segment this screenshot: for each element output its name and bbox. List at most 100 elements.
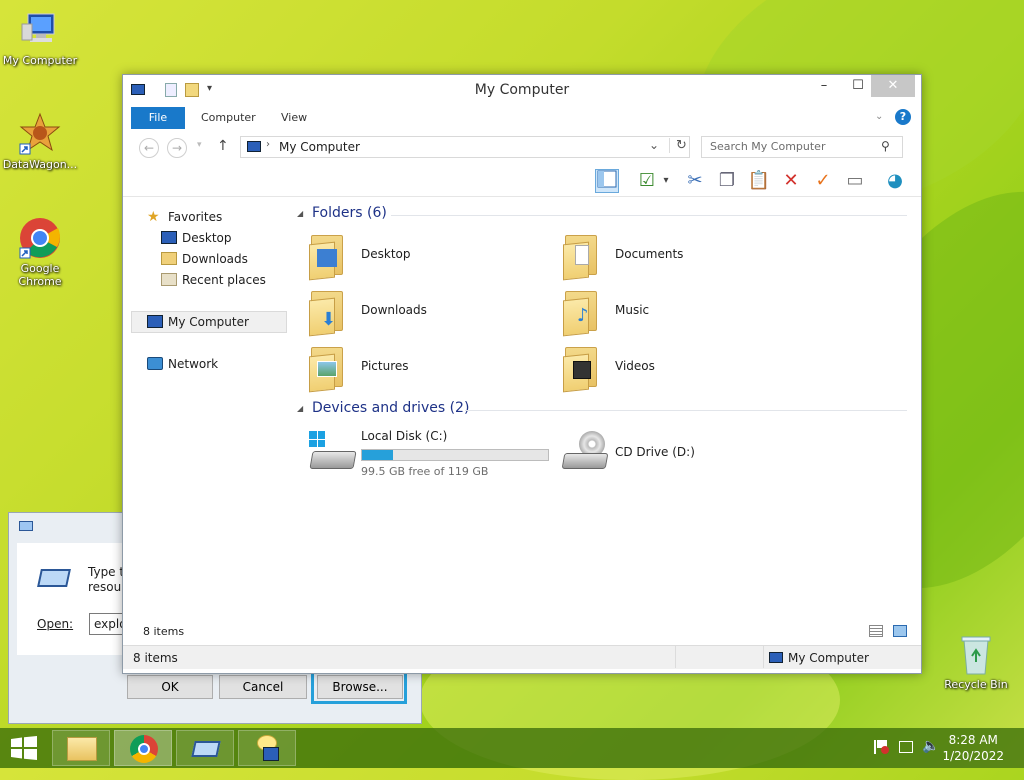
- chrome-icon: [130, 735, 158, 763]
- drive-free-space: 99.5 GB free of 119 GB: [361, 465, 489, 478]
- cut-icon[interactable]: ✂: [683, 169, 707, 193]
- desktop-icon-label: Google Chrome: [18, 262, 62, 288]
- folder-tile-music[interactable]: ♪ Music: [549, 285, 789, 337]
- folder-documents-icon: [563, 233, 603, 281]
- content-pane: ◢ Folders (6) Desktop Documents ⬇ Downlo…: [295, 199, 911, 629]
- item-count: 8 items: [143, 625, 185, 638]
- tab-computer[interactable]: Computer: [187, 107, 270, 129]
- status-bar: 8 items My Computer: [123, 645, 921, 669]
- desktop-icon-datawagon[interactable]: DataWagon...: [0, 112, 80, 171]
- recycle-bin-icon: [954, 632, 998, 676]
- copy-icon[interactable]: ❐: [715, 169, 739, 193]
- large-icons-view-icon[interactable]: [893, 625, 907, 637]
- drive-label: Local Disk (C:): [361, 429, 448, 443]
- desktop-icon-recycle-bin[interactable]: Recycle Bin: [936, 632, 1016, 691]
- taskbar-my-computer[interactable]: [238, 730, 296, 766]
- close-button[interactable]: ✕: [871, 75, 915, 97]
- search-input[interactable]: Search My Computer: [701, 136, 903, 158]
- file-explorer-icon: [67, 737, 97, 761]
- search-icon: ⚲: [881, 139, 890, 153]
- network-tray-icon[interactable]: [899, 741, 913, 753]
- nav-favorites[interactable]: ★ Favorites: [147, 207, 222, 227]
- clock-time: 8:28 AM: [948, 733, 998, 747]
- taskbar-file-explorer[interactable]: [52, 730, 110, 766]
- group-header-devices[interactable]: Devices and drives (2): [312, 400, 469, 422]
- nav-my-computer[interactable]: My Computer: [147, 312, 249, 332]
- back-button[interactable]: ←: [139, 138, 159, 158]
- address-dropdown-icon[interactable]: ⌄: [649, 138, 659, 152]
- confirm-check-icon[interactable]: ✓: [811, 169, 835, 193]
- taskbar-chrome[interactable]: [114, 730, 172, 766]
- tab-view[interactable]: View: [267, 107, 321, 129]
- nav-item-downloads[interactable]: Downloads: [161, 249, 248, 269]
- preview-pane-icon[interactable]: [595, 169, 619, 193]
- folder-tile-downloads[interactable]: ⬇ Downloads: [295, 285, 535, 337]
- drive-usage-bar: [361, 449, 549, 461]
- refresh-icon[interactable]: ↻: [669, 138, 687, 153]
- group-divider: [465, 410, 907, 411]
- folder-pictures-icon: [309, 345, 349, 393]
- nav-network-label: Network: [168, 357, 219, 371]
- desktop-icon-my-computer[interactable]: My Computer: [0, 8, 80, 67]
- star-icon: ★: [147, 209, 160, 225]
- drive-tile-cd-drive[interactable]: CD Drive (D:): [549, 425, 789, 481]
- computer-icon: [18, 8, 62, 52]
- desktop-icon-google-chrome[interactable]: Google Chrome: [0, 216, 80, 288]
- network-icon: [147, 357, 163, 370]
- up-button[interactable]: ↑: [217, 138, 229, 154]
- collapse-devices-icon[interactable]: ◢: [297, 404, 303, 413]
- details-view-icon[interactable]: [869, 625, 883, 637]
- drive-usage-fill: [362, 450, 393, 460]
- start-button[interactable]: [10, 736, 38, 760]
- maximize-button[interactable]: ☐: [841, 75, 875, 97]
- delete-icon[interactable]: ✕: [779, 169, 803, 193]
- rename-icon[interactable]: ▭: [843, 169, 867, 193]
- taskbar-run[interactable]: [176, 730, 234, 766]
- folder-downloads-icon: ⬇: [309, 289, 349, 337]
- system-clock[interactable]: 8:28 AM 1/20/2022: [942, 732, 1004, 764]
- desktop-icon-label: Recycle Bin: [944, 678, 1008, 691]
- ok-button[interactable]: OK: [127, 675, 213, 699]
- cancel-button[interactable]: Cancel: [219, 675, 307, 699]
- status-count: 8 items: [133, 651, 178, 665]
- nav-item-label: Desktop: [182, 231, 232, 245]
- folder-label: Pictures: [361, 359, 409, 373]
- nav-item-desktop[interactable]: Desktop: [161, 228, 232, 248]
- help-icon[interactable]: ?: [895, 109, 911, 125]
- computer-icon: [147, 315, 163, 328]
- volume-muted-icon[interactable]: 🔈: [922, 738, 939, 754]
- folder-tile-documents[interactable]: Documents: [549, 229, 789, 281]
- title-bar[interactable]: ▾ My Computer – ☐ ✕: [123, 75, 921, 107]
- clock-date: 1/20/2022: [942, 749, 1004, 763]
- folder-tile-pictures[interactable]: Pictures: [295, 341, 535, 393]
- windows-logo-icon: [11, 736, 37, 760]
- folder-tile-desktop[interactable]: Desktop: [295, 229, 535, 281]
- collapse-folders-icon[interactable]: ◢: [297, 209, 303, 218]
- nav-network[interactable]: Network: [147, 354, 218, 374]
- folder-desktop-icon: [309, 233, 349, 281]
- address-box[interactable]: › My Computer ⌄ ↻: [240, 136, 690, 158]
- address-text: My Computer: [279, 140, 360, 154]
- status-divider: [675, 646, 676, 668]
- tab-file[interactable]: File: [131, 107, 185, 129]
- folder-tile-videos[interactable]: Videos: [549, 341, 789, 393]
- view-dropdown-icon[interactable]: ▾: [659, 169, 673, 193]
- action-center-flag-icon[interactable]: [874, 740, 889, 754]
- recent-locations-icon[interactable]: ▾: [197, 140, 202, 150]
- forward-button[interactable]: →: [167, 138, 187, 158]
- properties-check-icon[interactable]: ☑: [635, 169, 659, 193]
- explorer-window: ▾ My Computer – ☐ ✕ File Computer View ⌄…: [122, 74, 922, 674]
- paste-icon[interactable]: 📋: [747, 169, 771, 193]
- nav-item-recent-places[interactable]: Recent places: [161, 270, 266, 290]
- minimize-button[interactable]: –: [807, 75, 841, 97]
- window-title: My Computer: [474, 82, 570, 98]
- group-header-folders[interactable]: Folders (6): [312, 205, 387, 227]
- ribbon-expand-icon[interactable]: ⌄: [875, 111, 883, 122]
- globe-icon[interactable]: ◕: [883, 169, 907, 193]
- run-program-icon: [37, 569, 71, 587]
- navigation-pane: ★ Favorites Desktop Downloads Recent plac…: [123, 199, 293, 619]
- drive-tile-local-disk[interactable]: Local Disk (C:) 99.5 GB free of 119 GB: [295, 425, 555, 481]
- browse-button[interactable]: Browse...: [317, 675, 403, 699]
- folder-label: Desktop: [361, 247, 411, 261]
- downloads-icon: [161, 252, 177, 265]
